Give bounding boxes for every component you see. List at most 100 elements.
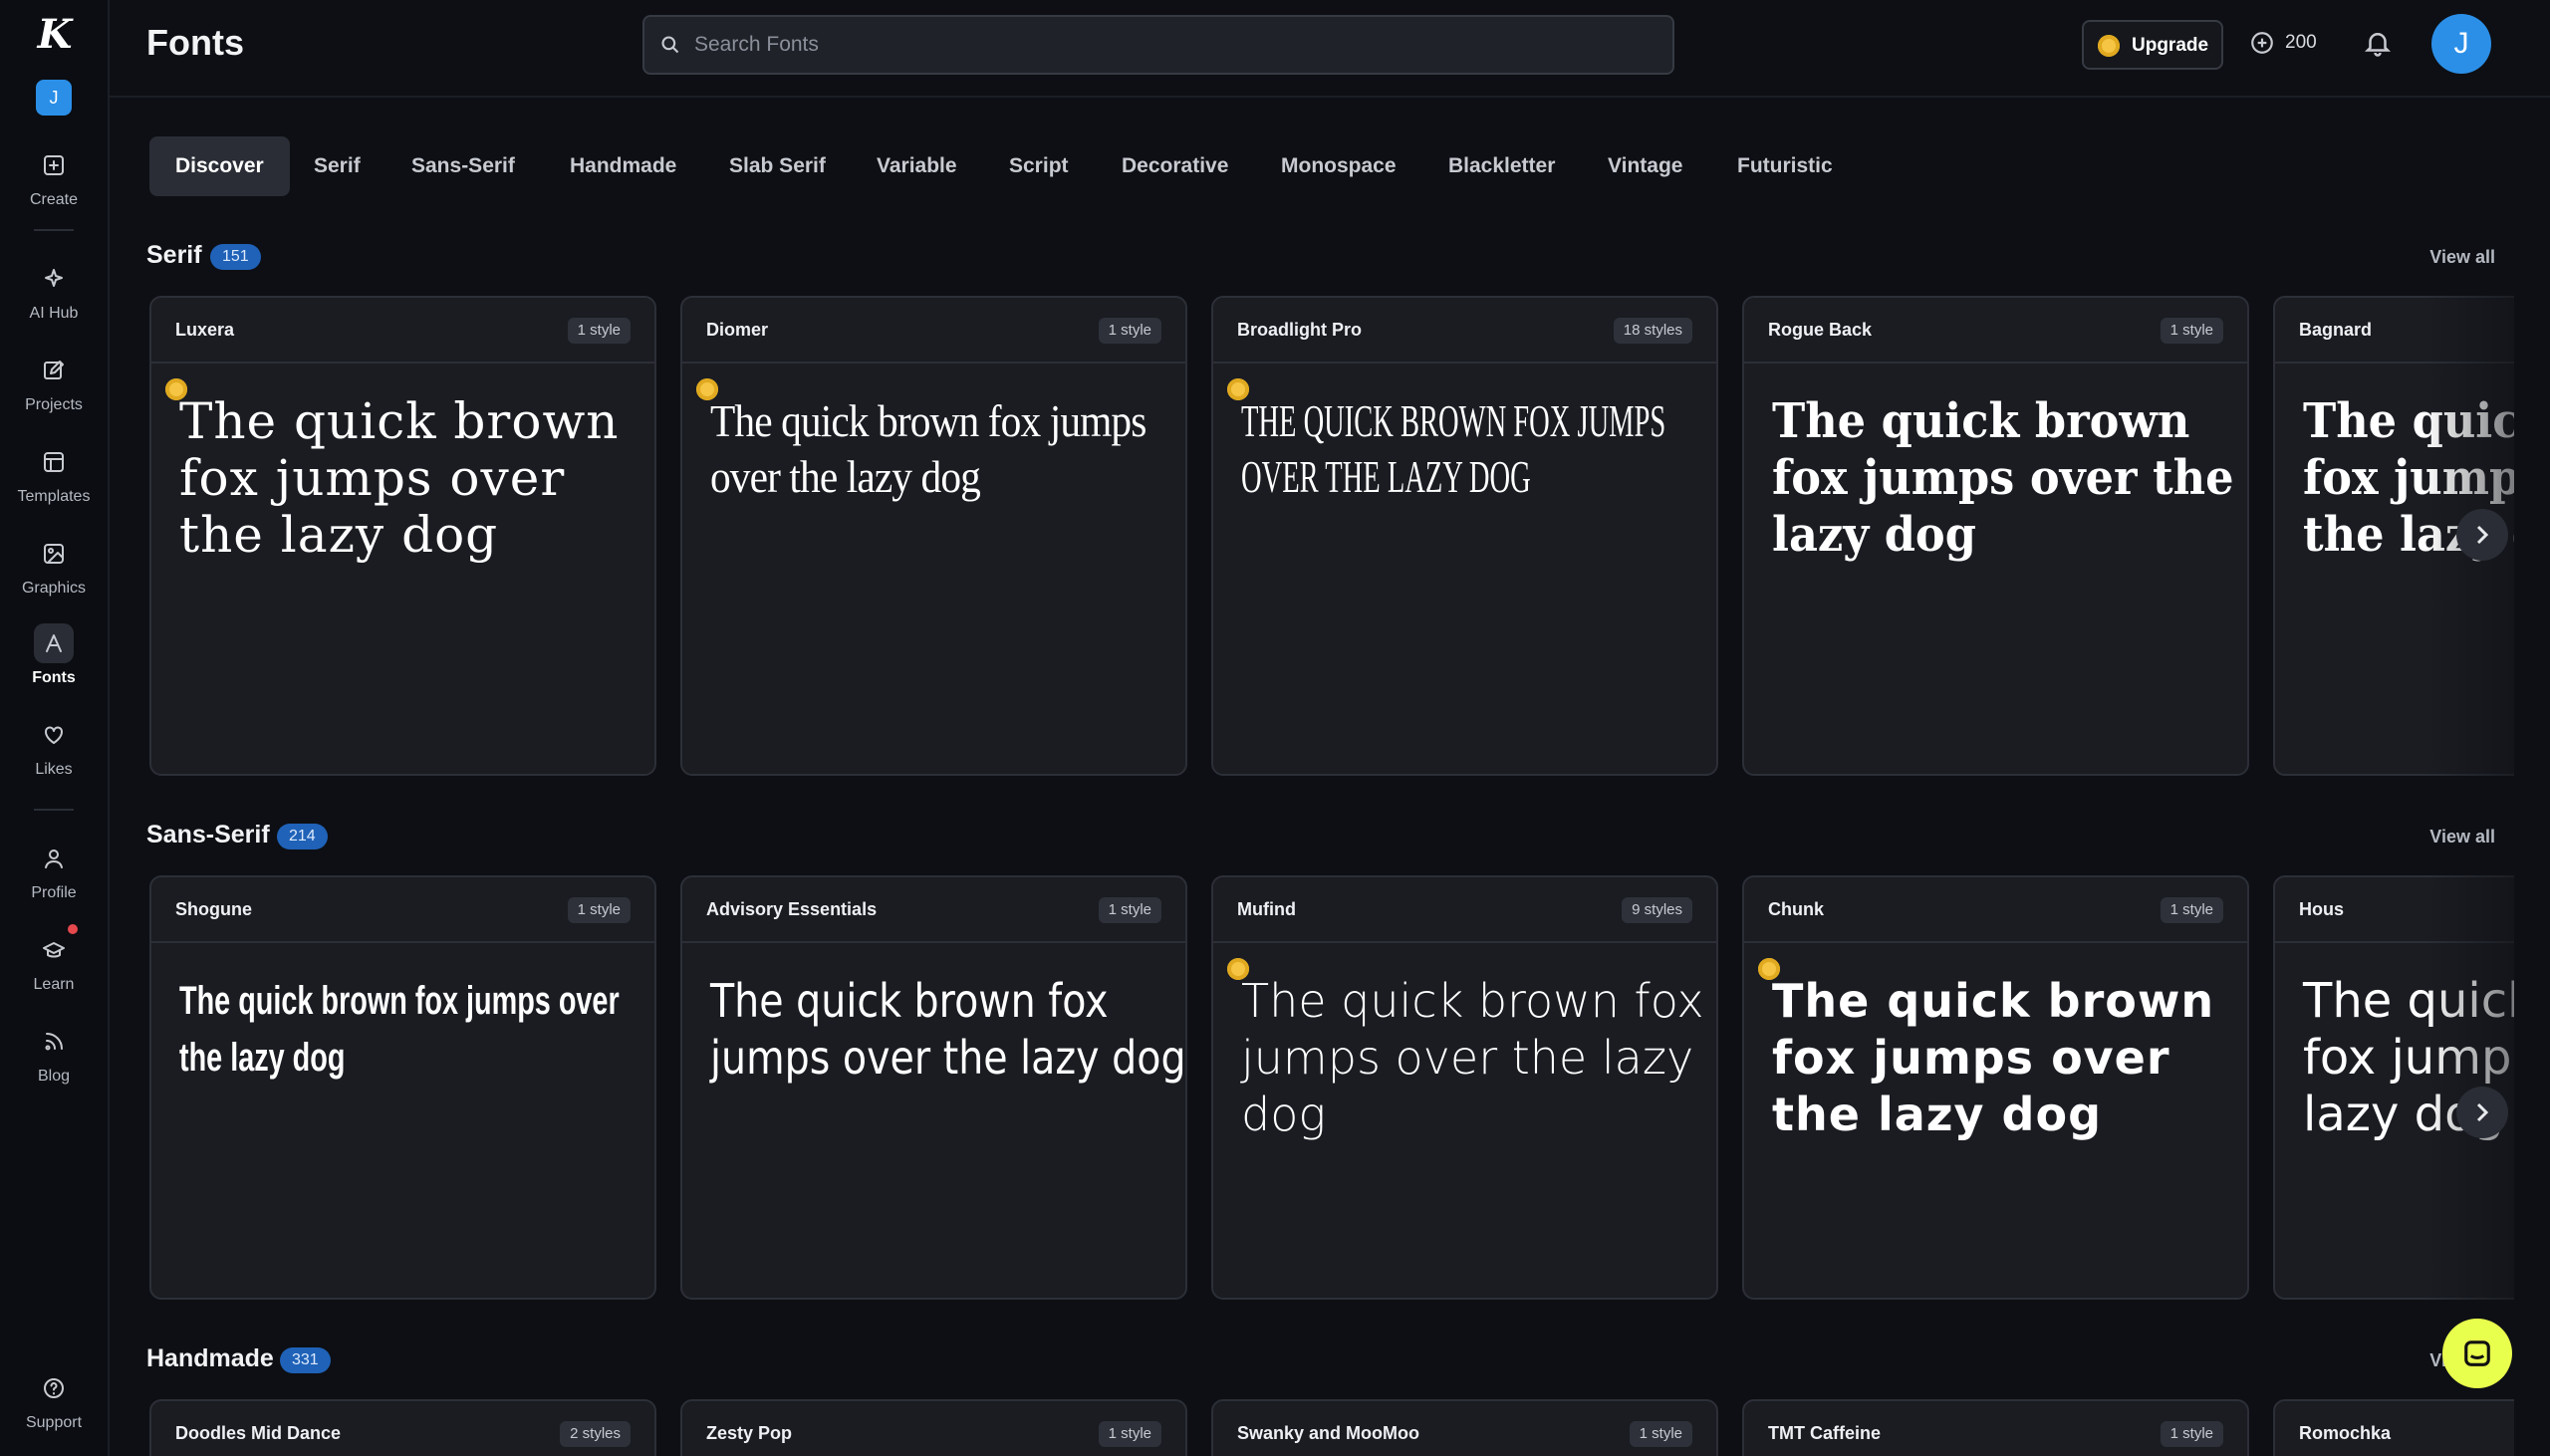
chevron-right-icon [2476, 525, 2489, 545]
font-card[interactable]: Chunk 1 style The quick brown fox jumps … [1742, 875, 2249, 1300]
upgrade-button[interactable]: Upgrade [2082, 20, 2223, 70]
font-name: Romochka [2299, 1423, 2392, 1443]
font-name: TMT Caffeine [1768, 1423, 1882, 1443]
section-title: Sans-Serif [146, 821, 270, 849]
sidebar-item-label: Templates [17, 488, 91, 505]
font-name: Doodles Mid Dance [175, 1423, 342, 1443]
section-header-sans-serif: Sans-Serif 214 View all [146, 821, 2495, 856]
tab-sans-serif[interactable]: Sans-Serif [385, 136, 541, 196]
tab-futuristic[interactable]: Futuristic [1711, 136, 1859, 196]
sidebar-item-label: AI Hub [29, 305, 79, 322]
tab-monospace[interactable]: Monospace [1255, 136, 1422, 196]
font-card[interactable]: Doodles Mid Dance 2 styles [149, 1399, 656, 1456]
section-header-serif: Serif 151 View all [146, 241, 2495, 277]
sidebar-item-label: Likes [35, 761, 73, 778]
sidebar-item-label: Blog [37, 1068, 71, 1085]
style-count: 1 style [1098, 318, 1161, 344]
font-row-sans-serif: Shogune 1 style The quick brown fox jump… [149, 875, 2514, 1300]
sidebar-item-blog[interactable]: Blog [0, 1022, 108, 1086]
font-card[interactable]: TMT Caffeine 1 style [1742, 1399, 2249, 1456]
tab-slab-serif[interactable]: Slab Serif [703, 136, 852, 196]
tab-discover[interactable]: Discover [149, 136, 290, 196]
carousel-next-button[interactable] [2456, 509, 2508, 561]
font-card[interactable]: Rogue Back 1 style The quick brown fox j… [1742, 296, 2249, 776]
view-all-link[interactable]: View all [2429, 827, 2495, 848]
workspace-badge[interactable]: J [36, 80, 72, 116]
font-name: Diomer [706, 320, 769, 340]
sidebar-divider [34, 229, 74, 231]
sidebar-item-likes[interactable]: Likes [0, 715, 108, 779]
logo[interactable]: K [34, 14, 76, 56]
tab-blackletter[interactable]: Blackletter [1422, 136, 1581, 196]
font-card[interactable]: Zesty Pop 1 style [680, 1399, 1187, 1456]
style-count: 1 style [567, 897, 631, 923]
font-row-handmade: Doodles Mid Dance 2 styles Zesty Pop 1 s… [149, 1399, 2514, 1456]
style-count: 1 style [2160, 897, 2223, 923]
sidebar-item-create[interactable]: Create [0, 145, 108, 209]
image-icon [34, 534, 74, 574]
font-preview: The quick brown fox jumps over the lazy … [1772, 393, 2234, 563]
search-input[interactable] [694, 27, 1651, 63]
style-count: 1 style [2160, 318, 2223, 344]
sidebar-item-label: Learn [33, 976, 75, 993]
chat-icon [2464, 1340, 2490, 1366]
sidebar-item-projects[interactable]: Projects [0, 351, 108, 414]
font-card[interactable]: Advisory Essentials 1 style The quick br… [680, 875, 1187, 1300]
style-count: 1 style [1098, 897, 1161, 923]
search-box[interactable] [642, 15, 1674, 75]
template-icon [34, 442, 74, 482]
sidebar-item-templates[interactable]: Templates [0, 442, 108, 506]
font-name: Swanky and MooMoo [1237, 1423, 1420, 1443]
graduation-cap-icon [34, 930, 74, 970]
card-header: Hous [2275, 877, 2514, 943]
help-circle-icon [34, 1368, 74, 1408]
font-preview: The quick brown fox jumps over the lazy … [1241, 395, 1666, 502]
style-count: 1 style [1629, 1421, 1692, 1447]
font-name: Bagnard [2299, 320, 2373, 340]
tab-decorative[interactable]: Decorative [1096, 136, 1254, 196]
upgrade-label: Upgrade [2132, 35, 2209, 56]
card-header: Advisory Essentials 1 style [682, 877, 1185, 943]
rss-icon [34, 1022, 74, 1062]
search-icon [661, 36, 679, 54]
bell-icon [2364, 33, 2392, 57]
sidebar-item-fonts[interactable]: Fonts [0, 623, 108, 687]
sidebar-item-support[interactable]: Support [0, 1368, 108, 1432]
sidebar-item-label: Create [29, 191, 79, 208]
tab-vintage[interactable]: Vintage [1582, 136, 1708, 196]
heart-icon [34, 715, 74, 755]
tab-script[interactable]: Script [983, 136, 1095, 196]
card-header: Romochka [2275, 1401, 2514, 1456]
font-card[interactable]: Broadlight Pro 18 styles The quick brown… [1211, 296, 1718, 776]
font-card[interactable]: Romochka [2273, 1399, 2514, 1456]
plus-square-icon [34, 145, 74, 185]
font-icon [34, 623, 74, 663]
tab-variable[interactable]: Variable [851, 136, 983, 196]
tab-handmade[interactable]: Handmade [544, 136, 702, 196]
chat-support-button[interactable] [2442, 1319, 2512, 1388]
font-card[interactable]: Swanky and MooMoo 1 style [1211, 1399, 1718, 1456]
carousel-next-button[interactable] [2456, 1087, 2508, 1138]
font-preview: The quick brown fox jumps over the lazy … [710, 395, 1147, 502]
font-card[interactable]: Luxera 1 style The quick brown fox jumps… [149, 296, 656, 776]
top-bar: Fonts Upgrade 200 J [110, 0, 2550, 98]
sidebar-item-ai-hub[interactable]: AI Hub [0, 259, 108, 323]
plus-circle-icon [2251, 32, 2273, 54]
count-badge: 151 [210, 244, 261, 270]
font-card[interactable]: Diomer 1 style The quick brown fox jumps… [680, 296, 1187, 776]
font-card[interactable]: Mufind 9 styles The quick brown fox jump… [1211, 875, 1718, 1300]
sidebar-item-learn[interactable]: Learn [0, 930, 108, 994]
font-preview: The quick brown fox jumps over the lazy … [179, 392, 620, 564]
font-preview: The quick brown fox jumps over the lazy … [1241, 974, 1704, 1141]
tab-serif[interactable]: Serif [288, 136, 386, 196]
sidebar-item-graphics[interactable]: Graphics [0, 534, 108, 598]
learn-notification-dot [66, 922, 80, 936]
sidebar-item-label: Profile [31, 884, 77, 901]
notifications-button[interactable] [2363, 28, 2393, 58]
view-all-link[interactable]: View all [2429, 247, 2495, 268]
user-avatar[interactable]: J [2431, 14, 2491, 74]
section-title: Handmade [146, 1344, 274, 1372]
sidebar-item-profile[interactable]: Profile [0, 839, 108, 902]
font-card[interactable]: Shogune 1 style The quick brown fox jump… [149, 875, 656, 1300]
sidebar-item-label: Projects [25, 396, 83, 413]
